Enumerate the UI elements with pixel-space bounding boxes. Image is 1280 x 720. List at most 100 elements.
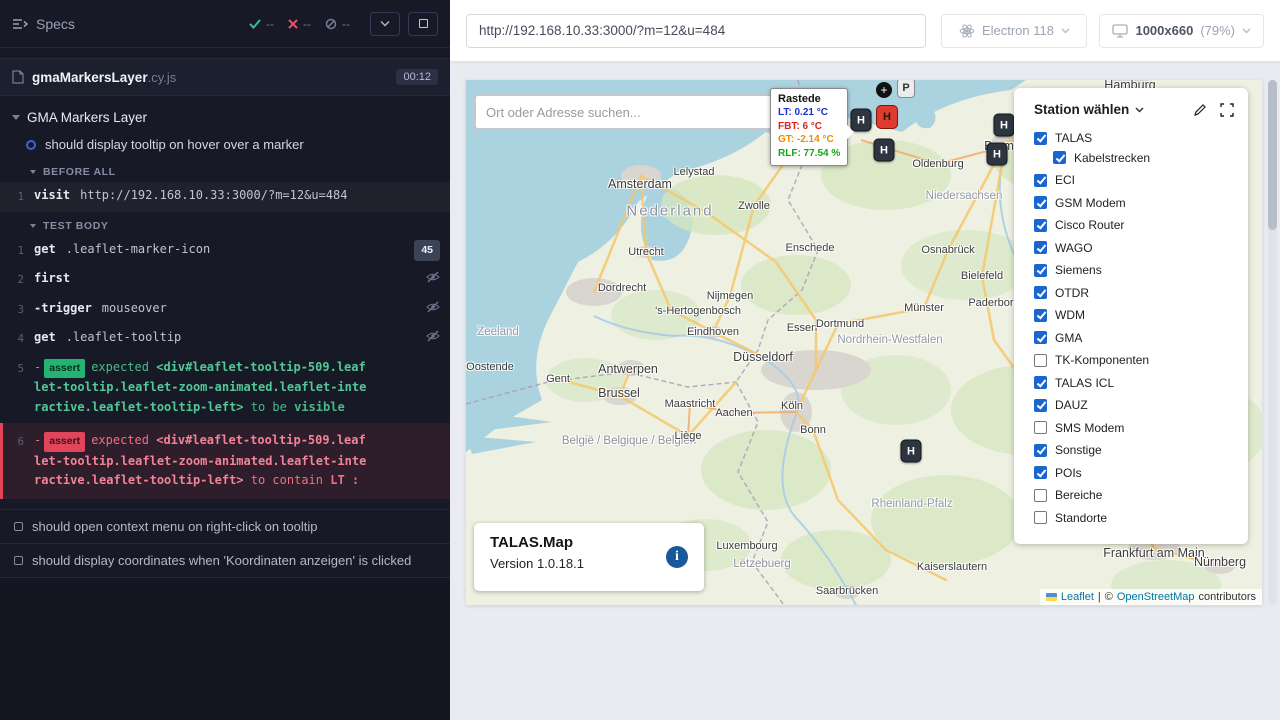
map-marker[interactable]: + [876,82,892,98]
suite-row[interactable]: GMA Markers Layer [0,104,450,131]
failed-count: -- [288,17,311,31]
layer-checkbox-item[interactable]: Sonstige [1034,442,1234,458]
spec-duration-badge: 00:12 [396,69,438,85]
map-marker[interactable]: H [876,105,898,129]
reporter-header: Specs -- -- -- [0,0,450,48]
command-method: get [34,242,56,256]
marker-tooltip[interactable]: Rastede LT: 0.21 °C FBT: 6 °C GT: -2.14 … [770,88,848,166]
layer-label: GSM Modem [1055,196,1126,210]
layer-checkbox-item[interactable]: GMA [1034,330,1234,346]
chevron-down-icon [1242,28,1251,34]
passed-count: -- [249,17,274,31]
app-stage: http://192.168.10.33:3000/?m=12&u=484 El… [450,0,1280,720]
edit-pencil-icon[interactable] [1193,103,1207,117]
checkbox-icon [1034,399,1047,412]
map-marker[interactable]: H [987,143,1008,166]
test-body-section[interactable]: TEST BODY [0,212,450,236]
layer-checkbox-item[interactable]: TK-Komponenten [1034,352,1234,368]
layer-checkbox-item[interactable]: ECI [1034,172,1234,188]
checkbox-icon [1034,286,1047,299]
specs-title: Specs [36,16,75,32]
map-marker[interactable]: H [901,440,922,463]
panel-title: Station wählen [1034,102,1129,117]
leaflet-map[interactable]: Amsterdam Lelystad Nederland Utrecht Zwo… [466,80,1262,605]
checkbox-icon [1034,331,1047,344]
active-test-row[interactable]: should display tooltip on hover over a m… [0,131,450,158]
stop-button[interactable] [408,12,438,36]
pending-test-row[interactable]: should display coordinates when 'Koordin… [0,543,450,578]
command-row-trigger[interactable]: 3 -triggermouseover [0,295,450,325]
layer-checkbox-item[interactable]: SMS Modem [1034,420,1234,436]
layer-checkbox-item[interactable]: WDM [1034,307,1234,323]
map-marker[interactable]: H [874,139,895,162]
specs-list-icon[interactable] [12,17,28,31]
electron-icon [959,23,975,39]
marker-glyph: H [883,111,891,123]
command-row-first[interactable]: 2 first [0,265,450,295]
layer-checkbox-item[interactable]: DAUZ [1034,397,1234,413]
layer-label: TK-Komponenten [1055,353,1149,367]
command-args: .leaflet-tooltip [66,330,182,344]
command-method: get [34,330,56,344]
leaflet-link[interactable]: Leaflet [1061,591,1094,603]
eye-slash-icon [426,270,440,290]
scrollbar-thumb[interactable] [1268,80,1277,230]
tooltip-value: FBT: 6 °C [778,120,840,134]
expand-fullscreen-icon[interactable] [1220,103,1234,117]
suite-title: GMA Markers Layer [27,110,147,125]
command-args: mouseover [102,301,167,315]
assert-passed-row[interactable]: 5 -assertexpected <div#leaflet-tooltip-5… [0,354,450,422]
layer-checkbox-item[interactable]: TALAS [1034,130,1234,146]
layer-label: WDM [1055,308,1085,322]
stop-icon [419,19,428,28]
before-all-section[interactable]: BEFORE ALL [0,158,450,182]
viewport-selector[interactable]: 1000x660 (79%) [1099,14,1264,48]
layer-label: TALAS ICL [1055,376,1114,390]
marker-glyph: H [857,114,865,126]
browser-selector[interactable]: Electron 118 [941,14,1087,48]
layer-checkbox-item[interactable]: Cisco Router [1034,217,1234,233]
command-method: first [34,271,70,285]
test-title: should display tooltip on hover over a m… [45,137,304,152]
layer-checkbox-item[interactable]: WAGO [1034,240,1234,256]
assert-failed-row[interactable]: 6 -assertexpected <div#leaflet-tooltip-5… [0,423,450,499]
layer-label: ECI [1055,173,1075,187]
map-marker[interactable]: H [994,114,1015,137]
x-icon [288,19,298,29]
app-canvas: Amsterdam Lelystad Nederland Utrecht Zwo… [450,62,1280,720]
layer-label: Sonstige [1055,443,1102,457]
marker-glyph: + [880,83,887,97]
layers-list: TALAS Kabelstrecken ECI [1014,130,1248,526]
layer-checkbox-item[interactable]: OTDR [1034,285,1234,301]
command-row-get-marker[interactable]: 1 get.leaflet-marker-icon 45 [0,236,450,266]
marker-glyph: H [907,445,915,457]
layer-checkbox-item[interactable]: Siemens [1034,262,1234,278]
layer-checkbox-item[interactable]: GSM Modem [1034,195,1234,211]
command-row-get-tooltip[interactable]: 4 get.leaflet-tooltip [0,324,450,354]
layer-checkbox-item[interactable]: POIs [1034,465,1234,481]
checkbox-icon [1034,196,1047,209]
pending-test-icon [14,556,23,565]
layer-checkbox-item[interactable]: Kabelstrecken [1053,150,1234,166]
layer-checkbox-item[interactable]: Bereiche [1034,487,1234,503]
command-row-visit[interactable]: 1 visithttp://192.168.10.33:3000/?m=12&u… [0,182,450,212]
layer-checkbox-item[interactable]: Standorte [1034,510,1234,526]
chevron-down-icon[interactable] [1135,107,1144,113]
info-icon[interactable] [666,546,688,568]
osm-link[interactable]: OpenStreetMap [1117,591,1195,603]
layer-checkbox-item[interactable]: TALAS ICL [1034,375,1234,391]
spec-file-row[interactable]: gmaMarkersLayer.cy.js 00:12 [0,58,450,96]
url-bar[interactable]: http://192.168.10.33:3000/?m=12&u=484 [466,14,926,48]
map-marker[interactable]: P [897,80,915,98]
chevron-down-icon [380,20,390,27]
tooltip-value: GT: -2.14 °C [778,133,840,147]
collapse-button[interactable] [370,12,400,36]
chevron-down-icon [1061,28,1070,34]
pending-test-row[interactable]: should open context menu on right-click … [0,509,450,543]
running-test-icon [26,140,36,150]
browser-label: Electron 118 [982,23,1054,38]
search-input[interactable] [474,94,786,130]
assert-chip: assert [44,359,85,379]
collapse-caret-icon [30,170,36,174]
layer-label: Siemens [1055,263,1102,277]
